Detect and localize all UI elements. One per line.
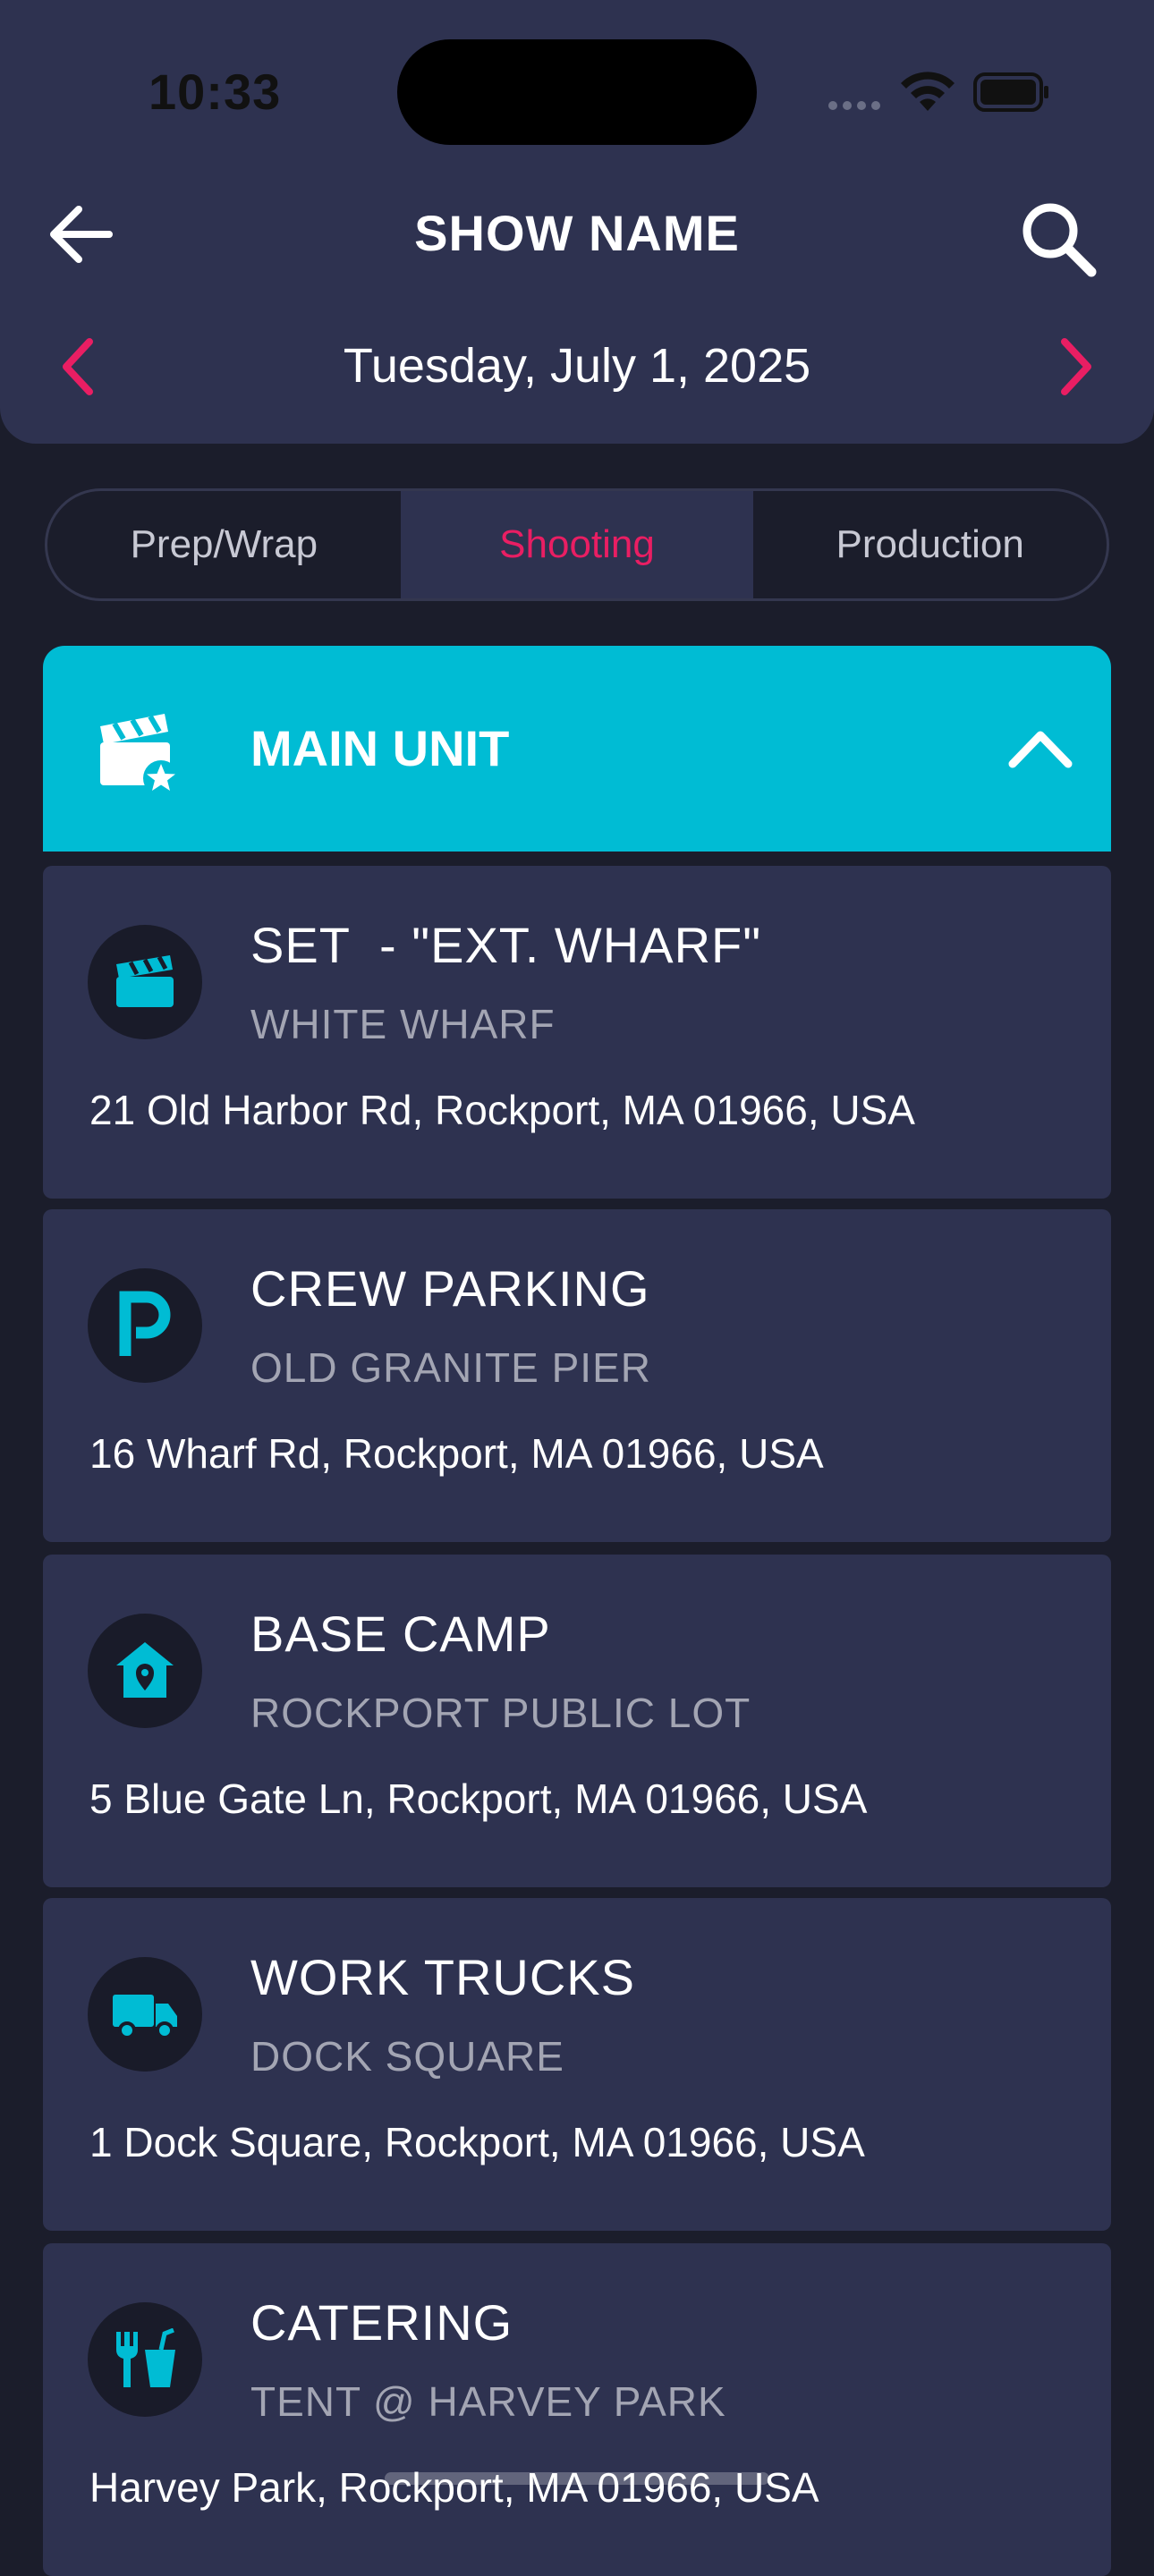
location-card[interactable]: WORK TRUCKS DOCK SQUARE 1 Dock Square, R… (43, 1898, 1111, 2231)
page-title: SHOW NAME (414, 205, 740, 261)
location-subtitle: ROCKPORT PUBLIC LOT (250, 1690, 751, 1736)
location-address[interactable]: 21 Old Harbor Rd, Rockport, MA 01966, US… (89, 1086, 915, 1134)
location-address[interactable]: 16 Wharf Rd, Rockport, MA 01966, USA (89, 1429, 824, 1478)
location-card[interactable]: CREW PARKING OLD GRANITE PIER 16 Wharf R… (43, 1209, 1111, 1542)
chevron-right-icon[interactable] (1054, 331, 1099, 402)
location-subtitle: OLD GRANITE PIER (250, 1344, 651, 1391)
search-icon[interactable] (1018, 199, 1099, 279)
segmented-tabs: Prep/Wrap Shooting Production (45, 488, 1109, 601)
location-card[interactable]: CATERING TENT @ HARVEY PARK Harvey Park,… (43, 2243, 1111, 2576)
location-subtitle: TENT @ HARVEY PARK (250, 2378, 726, 2425)
location-title: SET - "EXT. WHARF" (250, 917, 762, 973)
location-address[interactable]: 5 Blue Gate Ln, Rockport, MA 01966, USA (89, 1775, 867, 1823)
status-time: 10:33 (148, 64, 282, 120)
location-title: CREW PARKING (250, 1260, 650, 1317)
location-title: WORK TRUCKS (250, 1949, 635, 2005)
cellular-signal-icon (828, 98, 886, 114)
main-unit-header[interactable]: MAIN UNIT (43, 646, 1111, 852)
location-address[interactable]: 1 Dock Square, Rockport, MA 01966, USA (89, 2118, 865, 2166)
tab-prep-wrap[interactable]: Prep/Wrap (47, 491, 401, 598)
tab-shooting[interactable]: Shooting (400, 491, 754, 598)
home-indicator (385, 2472, 769, 2485)
date-label: Tuesday, July 1, 2025 (343, 339, 811, 393)
location-card[interactable]: BASE CAMP ROCKPORT PUBLIC LOT 5 Blue Gat… (43, 1555, 1111, 1887)
wifi-icon (901, 72, 955, 111)
location-title: BASE CAMP (250, 1606, 551, 1662)
location-title: CATERING (250, 2294, 513, 2351)
unit-title: MAIN UNIT (250, 720, 510, 776)
parking-icon (119, 1291, 171, 1356)
tab-production[interactable]: Production (753, 491, 1107, 598)
clapperboard-icon (116, 955, 174, 1007)
chevron-up-icon[interactable] (1000, 717, 1081, 780)
food-drink-icon (116, 2328, 175, 2387)
dynamic-island (397, 39, 757, 145)
top-header: 10:33 SHOW NAME Tuesday, July 1, 2025 (0, 0, 1154, 444)
home-pin-icon (116, 1642, 174, 1698)
location-card[interactable]: SET - "EXT. WHARF" WHITE WHARF 21 Old Ha… (43, 866, 1111, 1199)
location-address[interactable]: Harvey Park, Rockport, MA 01966, USA (89, 2463, 819, 2512)
clapperboard-star-icon (100, 714, 179, 796)
location-subtitle: DOCK SQUARE (250, 2033, 564, 2080)
truck-icon (113, 1995, 177, 2039)
battery-icon (973, 72, 1048, 112)
location-subtitle: WHITE WHARF (250, 1001, 556, 1047)
